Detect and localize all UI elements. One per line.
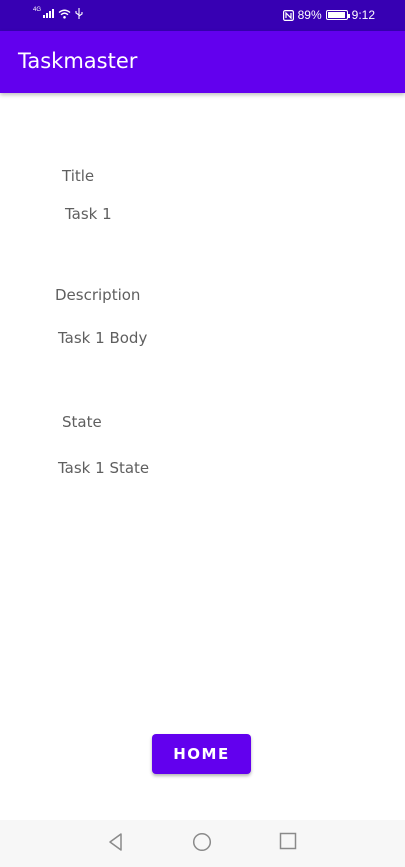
home-button[interactable]: HOME (152, 734, 251, 774)
title-value: Task 1 (65, 205, 112, 223)
app-bar: Taskmaster (0, 31, 405, 93)
title-label: Title (62, 167, 95, 185)
description-label: Description (55, 286, 141, 304)
description-value: Task 1 Body (58, 329, 148, 347)
signal-icon (43, 9, 55, 18)
back-icon[interactable] (106, 832, 126, 852)
battery-percent: 89% (297, 8, 322, 22)
state-value: Task 1 State (58, 459, 150, 477)
home-circle-icon[interactable] (192, 832, 212, 852)
usb-icon (75, 8, 83, 19)
network-type: 4G (33, 6, 42, 13)
status-right-group: 89% 9:12 (282, 8, 375, 22)
wifi-icon (58, 9, 71, 19)
status-left-group: 4G (33, 6, 83, 19)
system-nav-bar (0, 820, 405, 867)
nfc-icon (282, 9, 294, 21)
app-title: Taskmaster (18, 49, 138, 73)
state-label: State (62, 413, 102, 431)
recents-icon[interactable] (279, 832, 297, 850)
clock: 9:12 (351, 8, 375, 22)
status-bar: 4G 89% 9:12 (0, 0, 405, 31)
battery-icon (325, 10, 350, 20)
